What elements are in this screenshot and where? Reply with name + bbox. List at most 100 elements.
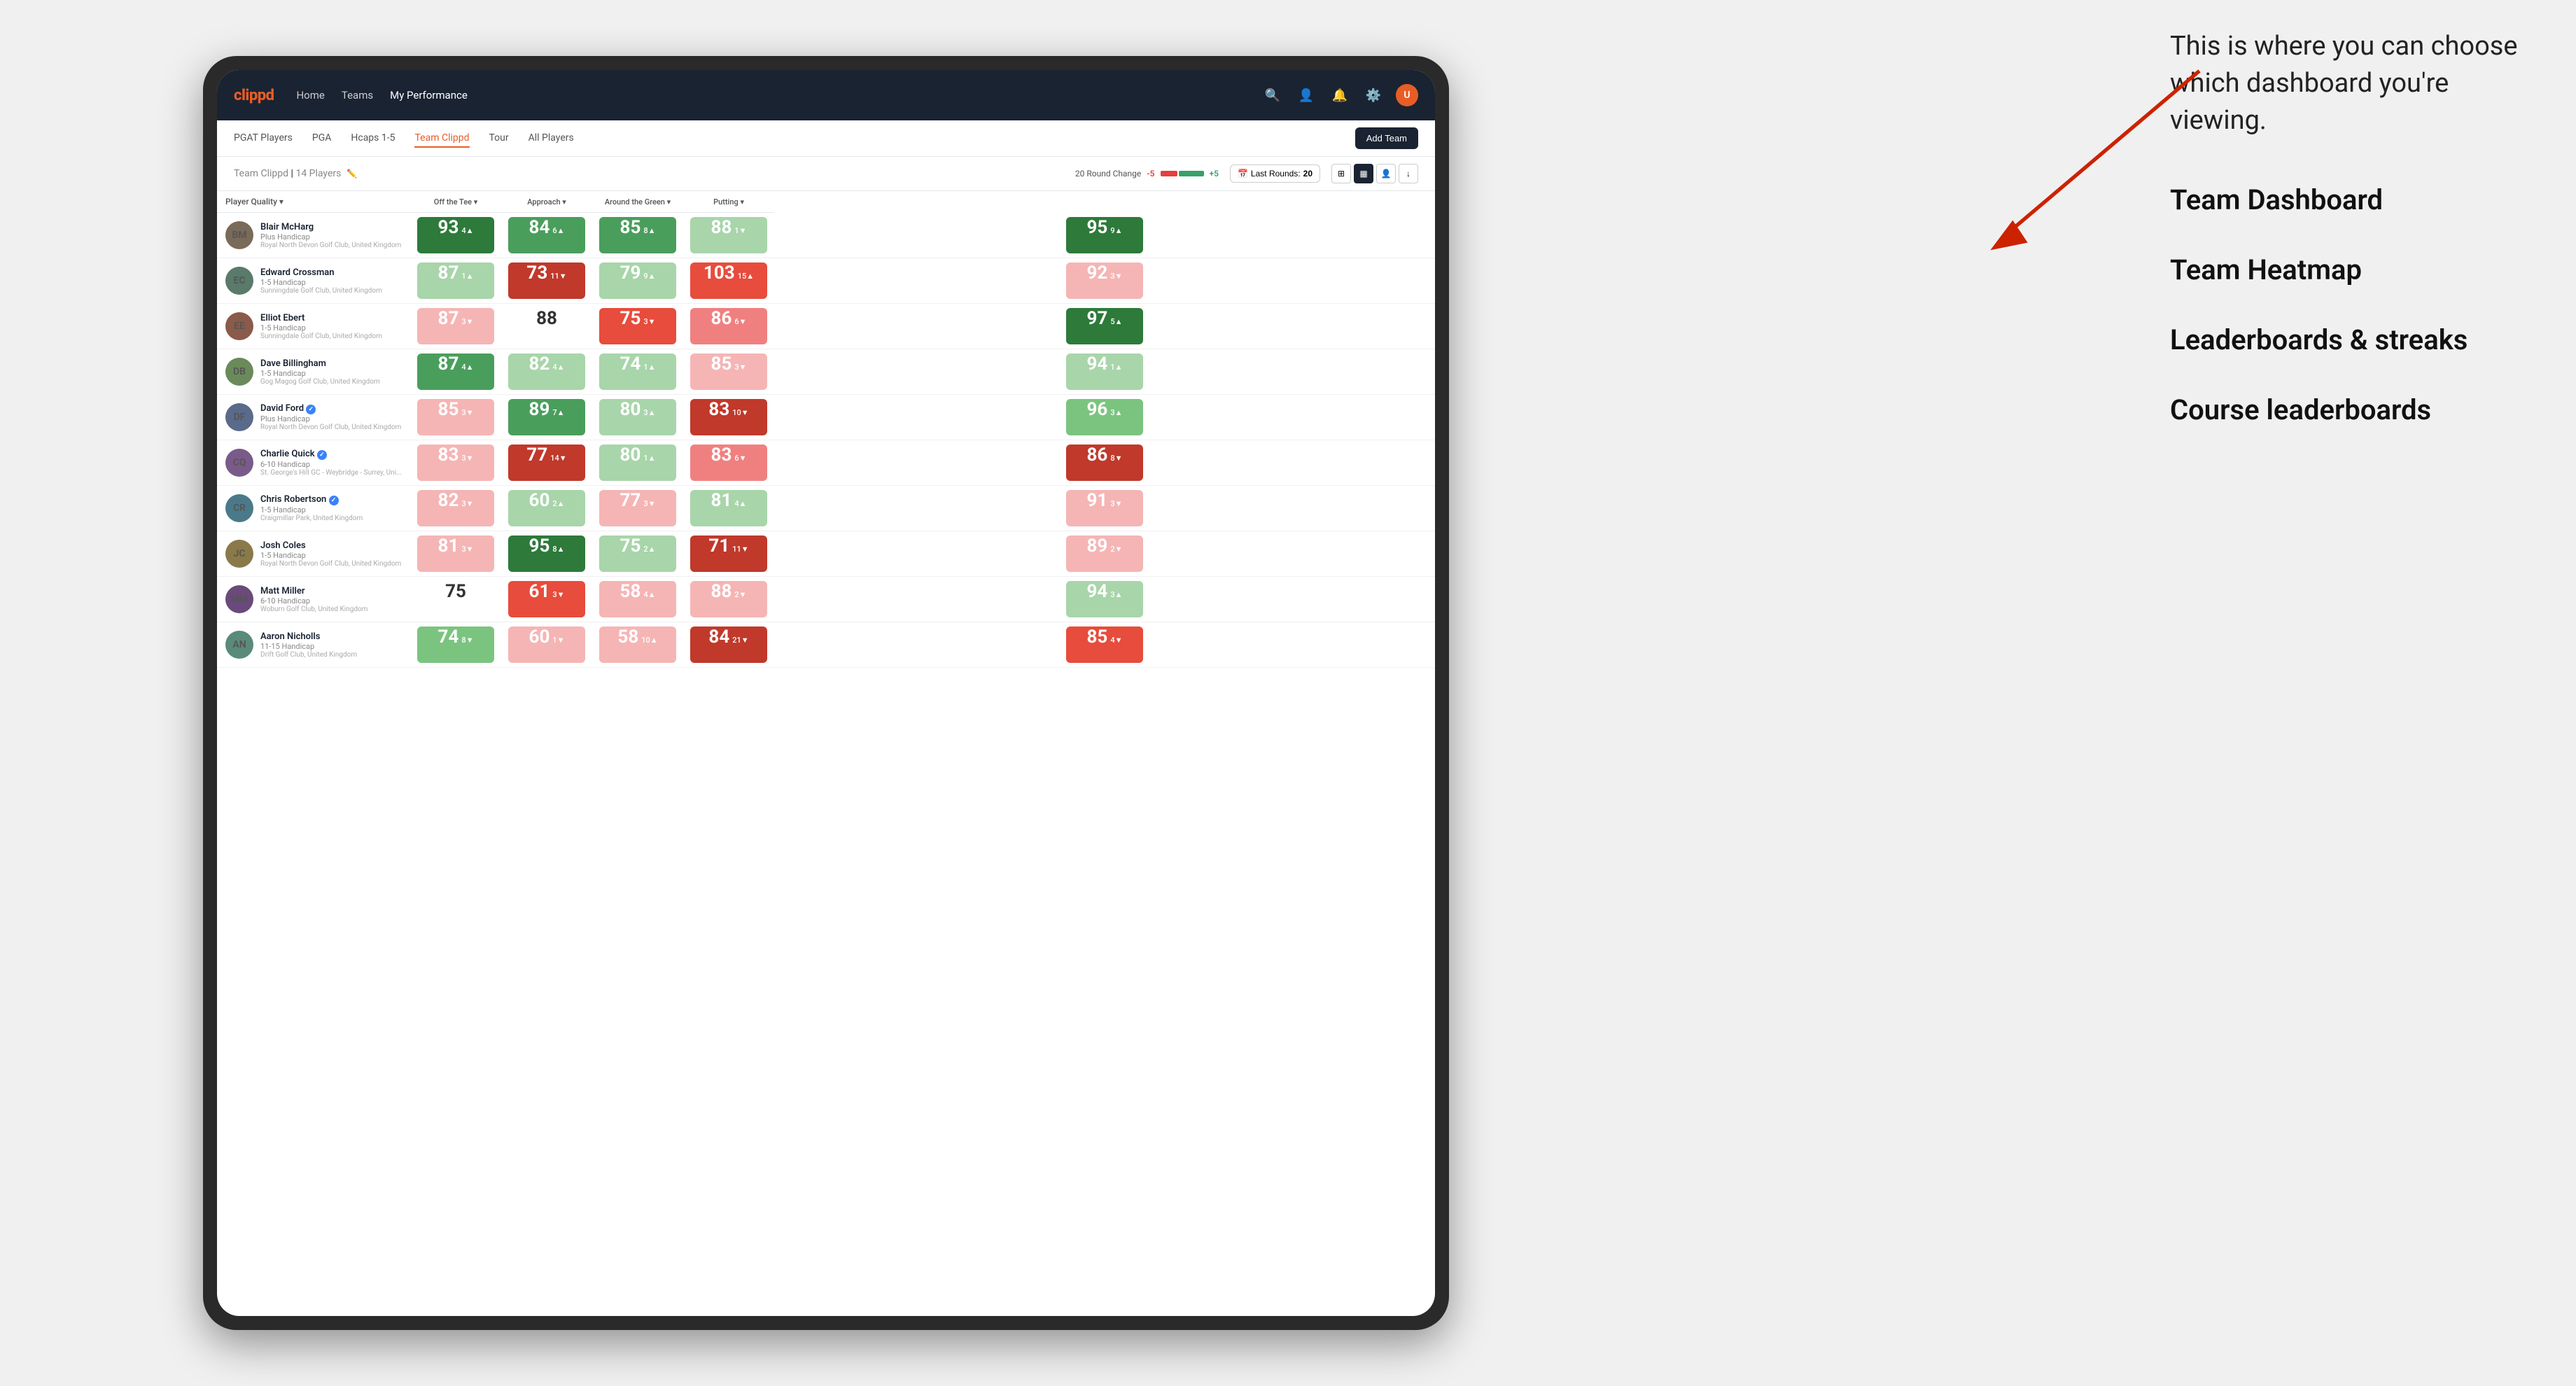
player-cell[interactable]: AN Aaron Nicholls 11-15 Handicap Drift G… [217,622,410,668]
score-change: 4▲ [643,590,655,599]
col-approach[interactable]: Approach ▾ [501,191,592,213]
player-cell[interactable]: DB Dave Billingham 1-5 Handicap Gog Mago… [217,349,410,395]
around-green-score[interactable]: 71 11▼ [683,531,774,577]
player-quality-score[interactable]: 85 3▼ [410,395,501,440]
player-quality-score[interactable]: 87 4▲ [410,349,501,395]
approach-score[interactable]: 79 9▲ [592,258,683,304]
last-rounds-button[interactable]: 📅 Last Rounds: 20 [1230,164,1320,183]
putting-score[interactable]: 97 5▲ [774,304,1435,349]
score-change: 3▼ [734,363,746,372]
annotation-item-leaderboards: Leaderboards & streaks [2170,322,2534,358]
approach-score[interactable]: 58 10▲ [592,622,683,668]
score-box: 82 4▲ [508,354,585,390]
player-quality-score[interactable]: 87 1▲ [410,258,501,304]
search-icon[interactable]: 🔍 [1261,84,1284,106]
putting-score[interactable]: 91 3▼ [774,486,1435,531]
player-quality-score[interactable]: 82 3▼ [410,486,501,531]
around-green-score[interactable]: 86 6▼ [683,304,774,349]
edit-icon[interactable]: ✏️ [346,169,357,178]
sub-nav-tour[interactable]: Tour [489,130,509,148]
approach-score[interactable]: 75 2▲ [592,531,683,577]
around-green-score[interactable]: 88 2▼ [683,577,774,622]
download-button[interactable]: ↓ [1399,164,1418,183]
off-tee-score[interactable]: 60 1▼ [501,622,592,668]
around-green-score[interactable]: 83 6▼ [683,440,774,486]
player-cell[interactable]: MM Matt Miller 6-10 Handicap Woburn Golf… [217,577,410,622]
player-quality-score[interactable]: 75 [410,577,501,622]
off-tee-score[interactable]: 84 6▲ [501,213,592,258]
off-tee-score[interactable]: 89 7▲ [501,395,592,440]
sub-nav-pgat[interactable]: PGAT Players [234,130,293,148]
off-tee-score[interactable]: 88 [501,304,592,349]
data-table[interactable]: Player Quality ▾ Off the Tee ▾ Approach … [217,191,1435,1316]
player-cell[interactable]: DF David Ford ✓ Plus Handicap Royal Nort… [217,395,410,440]
off-tee-score[interactable]: 95 8▲ [501,531,592,577]
bell-icon[interactable]: 🔔 [1329,84,1351,106]
score-value: 89 [529,399,550,420]
putting-score[interactable]: 95 9▲ [774,213,1435,258]
putting-score[interactable]: 94 3▲ [774,577,1435,622]
around-green-score[interactable]: 85 3▼ [683,349,774,395]
approach-score[interactable]: 77 3▼ [592,486,683,531]
approach-score[interactable]: 85 8▲ [592,213,683,258]
sub-nav-hcaps[interactable]: Hcaps 1-5 [351,130,395,148]
col-player-quality[interactable]: Player Quality ▾ [217,191,410,213]
sub-nav-team-clippd[interactable]: Team Clippd [414,130,469,148]
approach-score[interactable]: 80 3▲ [592,395,683,440]
putting-score[interactable]: 86 8▼ [774,440,1435,486]
nav-link-my-performance[interactable]: My Performance [390,86,468,104]
score-change: 4▲ [552,363,564,372]
score-value: 73 [526,262,547,284]
nav-link-teams[interactable]: Teams [342,86,373,104]
col-putting[interactable]: Putting ▾ [683,191,774,213]
nav-link-home[interactable]: Home [296,86,324,104]
sub-nav-all-players[interactable]: All Players [528,130,574,148]
player-info: Josh Coles 1-5 Handicap Royal North Devo… [260,540,402,568]
approach-score[interactable]: 58 4▲ [592,577,683,622]
putting-score[interactable]: 94 1▲ [774,349,1435,395]
around-green-score[interactable]: 88 1▼ [683,213,774,258]
around-green-score[interactable]: 103 15▲ [683,258,774,304]
add-team-button[interactable]: Add Team [1355,127,1418,149]
off-tee-score[interactable]: 77 14▼ [501,440,592,486]
score-box: 75 [417,581,494,617]
player-cell[interactable]: JC Josh Coles 1-5 Handicap Royal North D… [217,531,410,577]
person-icon[interactable]: 👤 [1295,84,1317,106]
around-green-score[interactable]: 83 10▼ [683,395,774,440]
player-quality-score[interactable]: 87 3▼ [410,304,501,349]
tablet-frame: clippd Home Teams My Performance 🔍 👤 🔔 ⚙… [203,56,1449,1330]
off-tee-score[interactable]: 73 11▼ [501,258,592,304]
avatar[interactable]: U [1396,84,1418,106]
off-tee-score[interactable]: 60 2▲ [501,486,592,531]
player-cell[interactable]: EE Elliot Ebert 1-5 Handicap Sunningdale… [217,304,410,349]
heatmap-view-button[interactable]: ▦ [1354,164,1373,183]
grid-view-button[interactable]: ⊞ [1331,164,1351,183]
col-around-green[interactable]: Around the Green ▾ [592,191,683,213]
approach-score[interactable]: 74 1▲ [592,349,683,395]
around-green-score[interactable]: 84 21▼ [683,622,774,668]
approach-score[interactable]: 80 1▲ [592,440,683,486]
player-cell[interactable]: BM Blair McHarg Plus Handicap Royal Nort… [217,213,410,258]
putting-score[interactable]: 92 3▼ [774,258,1435,304]
player-cell[interactable]: CR Chris Robertson ✓ 1-5 Handicap Craigm… [217,486,410,531]
putting-score[interactable]: 85 4▼ [774,622,1435,668]
putting-score[interactable]: 96 3▲ [774,395,1435,440]
approach-score[interactable]: 75 3▼ [592,304,683,349]
player-quality-score[interactable]: 83 3▼ [410,440,501,486]
player-cell[interactable]: CQ Charlie Quick ✓ 6-10 Handicap St. Geo… [217,440,410,486]
player-quality-score[interactable]: 81 3▼ [410,531,501,577]
sub-nav-pga[interactable]: PGA [312,130,332,148]
person-view-button[interactable]: 👤 [1376,164,1396,183]
score-value: 86 [1087,444,1108,465]
off-tee-score[interactable]: 61 3▼ [501,577,592,622]
score-box: 103 15▲ [690,262,767,299]
player-info: Blair McHarg Plus Handicap Royal North D… [260,222,402,249]
putting-score[interactable]: 89 2▼ [774,531,1435,577]
player-cell[interactable]: EC Edward Crossman 1-5 Handicap Sunningd… [217,258,410,304]
settings-icon[interactable]: ⚙️ [1362,84,1385,106]
player-quality-score[interactable]: 93 4▲ [410,213,501,258]
off-tee-score[interactable]: 82 4▲ [501,349,592,395]
col-off-tee[interactable]: Off the Tee ▾ [410,191,501,213]
player-quality-score[interactable]: 74 8▼ [410,622,501,668]
around-green-score[interactable]: 81 4▲ [683,486,774,531]
